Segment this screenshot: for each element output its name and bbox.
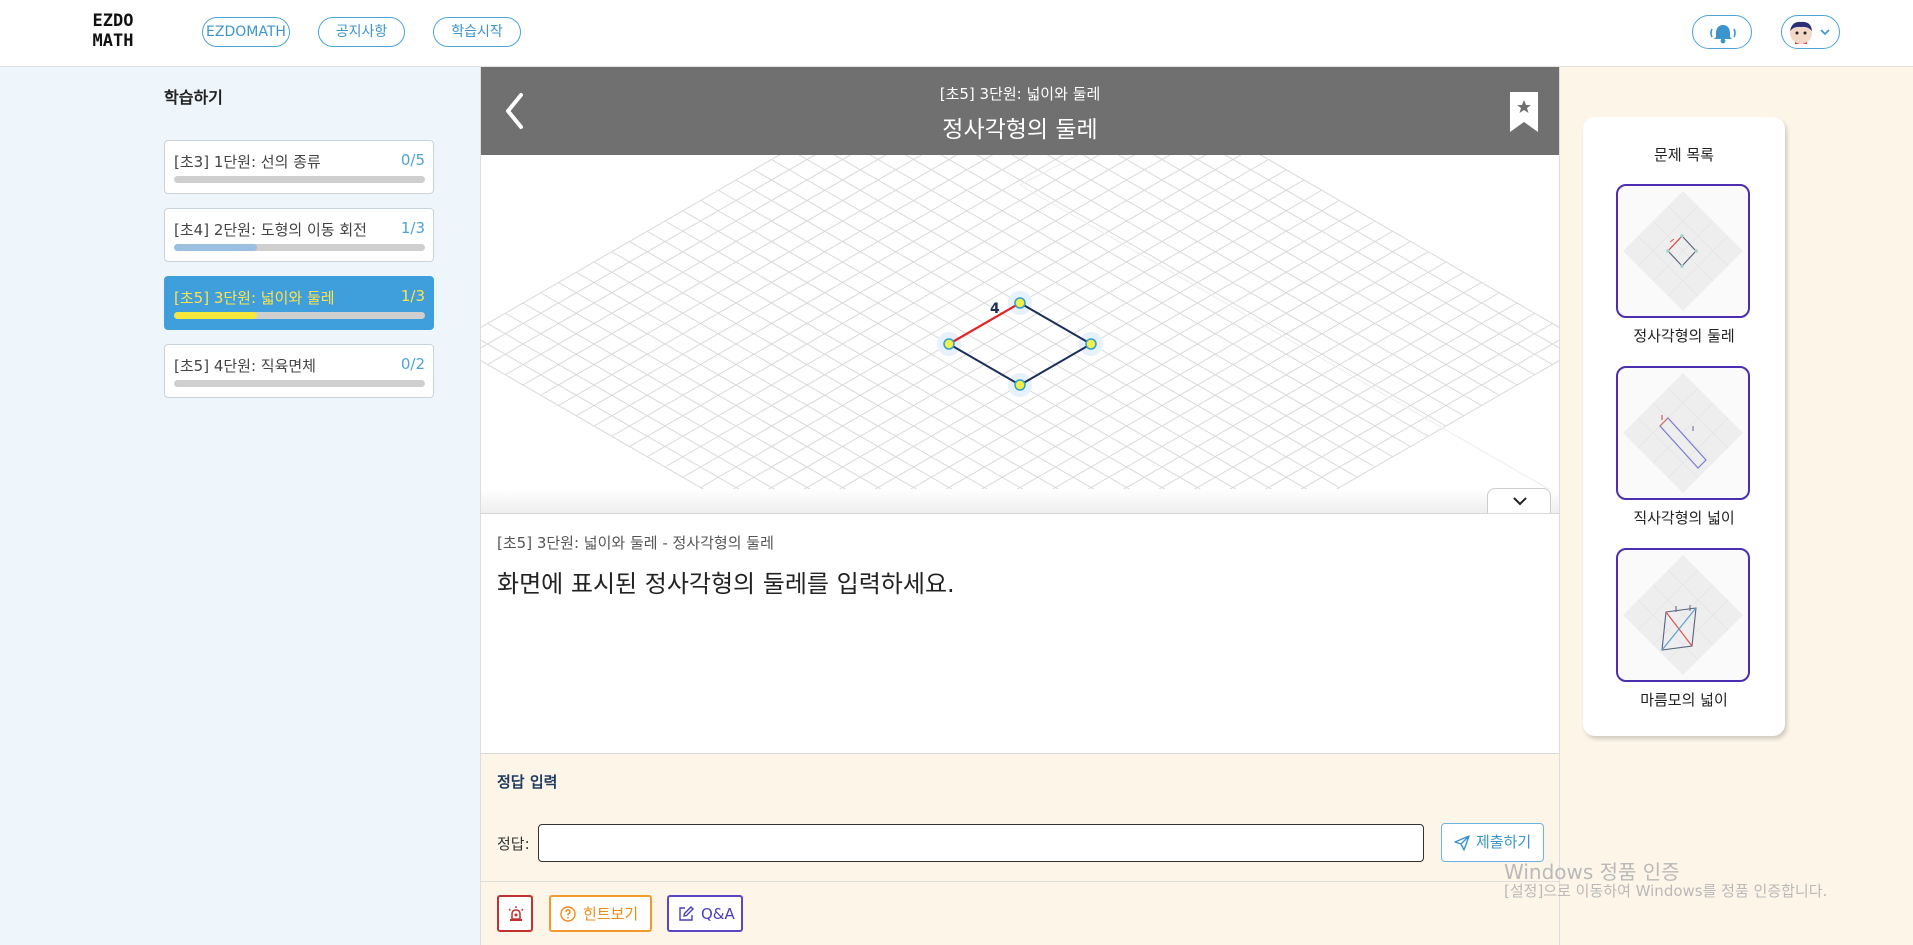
logo-line1: EZDO xyxy=(92,11,134,31)
grid-line xyxy=(903,230,1394,513)
top-navbar: EZDO MATH EZDOMATH 공지사항 학습시작 xyxy=(0,0,1913,67)
problem-list: 문제 목록 정사각형의 둘레 직사각형의 넓이 마름모의 넓이 xyxy=(1583,117,1785,736)
unit-progress-bar xyxy=(174,312,425,319)
grid-line xyxy=(869,155,1394,458)
problem-thumbnail-2[interactable] xyxy=(1616,366,1750,500)
grid-line xyxy=(481,360,746,513)
question-circle-icon xyxy=(560,906,576,922)
problem-header: [초5] 3단원: 넓이와 둘레 정사각형의 둘레 xyxy=(481,67,1559,155)
unit-count: 1/3 xyxy=(400,219,425,237)
grid-line xyxy=(1188,155,1553,365)
geometry-canvas[interactable]: 4 xyxy=(481,155,1559,513)
grid-line xyxy=(575,155,1029,417)
grid-line xyxy=(1294,360,1559,513)
problem-thumbnail-label: 정사각형의 둘레 xyxy=(1633,327,1735,345)
avatar-icon xyxy=(1790,21,1830,44)
hint-label: 힌트보기 xyxy=(583,905,639,923)
grid-line xyxy=(540,155,958,396)
bell-icon xyxy=(1710,25,1736,44)
alarm-siren-icon xyxy=(508,906,524,921)
sidebar-title: 학습하기 xyxy=(164,88,223,107)
grid-line xyxy=(682,155,1242,478)
problem-panel: [초5] 3단원: 넓이와 둘레 정사각형의 둘레 4 [초5] 3단원: 넓이… xyxy=(480,67,1560,945)
profile-menu[interactable] xyxy=(1781,15,1840,49)
grid-line xyxy=(904,155,1411,447)
edit-icon xyxy=(679,906,694,921)
unit-label: [초5] 3단원: 넓이와 둘레 xyxy=(174,289,335,307)
nav-ezdomath[interactable]: EZDOMATH xyxy=(202,17,290,47)
unit-item-2[interactable]: [초4] 2단원: 도형의 이동 회전 1/3 xyxy=(164,208,434,262)
grid-line xyxy=(1152,302,1518,513)
unit-count: 1/3 xyxy=(400,287,425,305)
question-breadcrumb: [초5] 3단원: 넓이와 둘레 - 정사각형의 둘레 xyxy=(497,534,774,552)
problem-list-title: 문제 목록 xyxy=(1654,146,1714,164)
grid-line xyxy=(1011,155,1465,417)
grid-line xyxy=(522,302,888,513)
answer-section: 정답 입력 정답: 제출하기 힌트보기 Q&A xyxy=(481,753,1559,945)
problem-thumbnail-1[interactable] xyxy=(1616,184,1750,318)
nav-notice[interactable]: 공지사항 xyxy=(318,17,405,47)
grid-line xyxy=(1187,312,1536,513)
grid-line xyxy=(646,230,1137,513)
answer-section-title: 정답 입력 xyxy=(497,773,558,791)
chevron-down-icon xyxy=(1820,29,1830,36)
submit-label: 제출하기 xyxy=(1476,833,1532,851)
unit-progress-bar xyxy=(174,176,425,183)
square-perimeter-thumbnail xyxy=(1623,191,1743,311)
vertex-handle[interactable] xyxy=(1014,379,1026,391)
problem-title: 정사각형의 둘레 xyxy=(942,117,1098,143)
unit-label: [초3] 1단원: 선의 종류 xyxy=(174,153,321,171)
grid-line xyxy=(504,312,853,513)
unit-label: [초5] 4단원: 직육면체 xyxy=(174,357,316,375)
unit-count: 0/2 xyxy=(400,355,425,373)
qna-label: Q&A xyxy=(701,905,735,923)
windows-activation-subtitle: [설정]으로 이동하여 Windows를 정품 인증합니다. xyxy=(1504,882,1828,900)
report-button[interactable] xyxy=(497,895,533,932)
problem-thumbnail-3[interactable] xyxy=(1616,548,1750,682)
problem-thumbnail-label: 직사각형의 넓이 xyxy=(1633,509,1735,527)
grid-line xyxy=(646,155,1171,458)
logo[interactable]: EZDO MATH xyxy=(88,11,138,51)
nav-start-learning[interactable]: 학습시작 xyxy=(433,17,521,47)
grid-line xyxy=(868,220,1376,513)
question-area: [초5] 3단원: 넓이와 둘레 - 정사각형의 둘레 화면에 표시된 정사각형… xyxy=(481,513,1559,753)
unit-item-3[interactable]: [초5] 3단원: 넓이와 둘레 1/3 xyxy=(164,276,434,330)
rhombus-area-thumbnail xyxy=(1623,555,1743,675)
notification-button[interactable] xyxy=(1692,15,1752,49)
vertex-handle[interactable] xyxy=(1085,338,1097,350)
grid-line xyxy=(487,155,852,365)
bookmark-icon[interactable] xyxy=(1509,91,1539,133)
rectangle-area-thumbnail xyxy=(1623,373,1743,493)
qna-button[interactable]: Q&A xyxy=(667,895,743,932)
unit-progress-bar xyxy=(174,244,425,251)
isometric-grid: 4 xyxy=(481,155,1559,513)
vertex-handle[interactable] xyxy=(1014,297,1026,309)
send-icon xyxy=(1454,835,1470,851)
grid-line xyxy=(664,220,1172,513)
problem-unit-subtitle: [초5] 3단원: 넓이와 둘레 xyxy=(939,85,1101,103)
hint-button[interactable]: 힌트보기 xyxy=(549,895,652,932)
grid-line xyxy=(940,155,1429,437)
grid-line xyxy=(629,155,1136,447)
unit-item-4[interactable]: [초5] 4단원: 직육면체 0/2 xyxy=(164,344,434,398)
grid-line xyxy=(798,155,1358,478)
side-length-label: 4 xyxy=(990,301,1000,317)
grid-line xyxy=(1082,155,1500,396)
canvas-fade xyxy=(481,489,1559,513)
unit-label: [초4] 2단원: 도형의 이동 회전 xyxy=(174,221,367,239)
answer-input[interactable] xyxy=(538,824,1424,862)
answer-label: 정답: xyxy=(497,835,530,853)
chevron-down-icon xyxy=(1513,497,1527,506)
question-text: 화면에 표시된 정사각형의 둘레를 입력하세요. xyxy=(497,570,955,598)
logo-line2: MATH xyxy=(92,31,134,51)
collapse-canvas-button[interactable] xyxy=(1487,488,1551,513)
unit-item-1[interactable]: [초3] 1단원: 선의 종류 0/5 xyxy=(164,140,434,194)
grid-line xyxy=(611,155,1100,437)
divider xyxy=(481,881,1559,882)
vertex-handle[interactable] xyxy=(943,338,955,350)
unit-count: 0/5 xyxy=(400,151,425,169)
unit-progress-bar xyxy=(174,380,425,387)
problem-thumbnail-label: 마름모의 넓이 xyxy=(1640,691,1728,709)
